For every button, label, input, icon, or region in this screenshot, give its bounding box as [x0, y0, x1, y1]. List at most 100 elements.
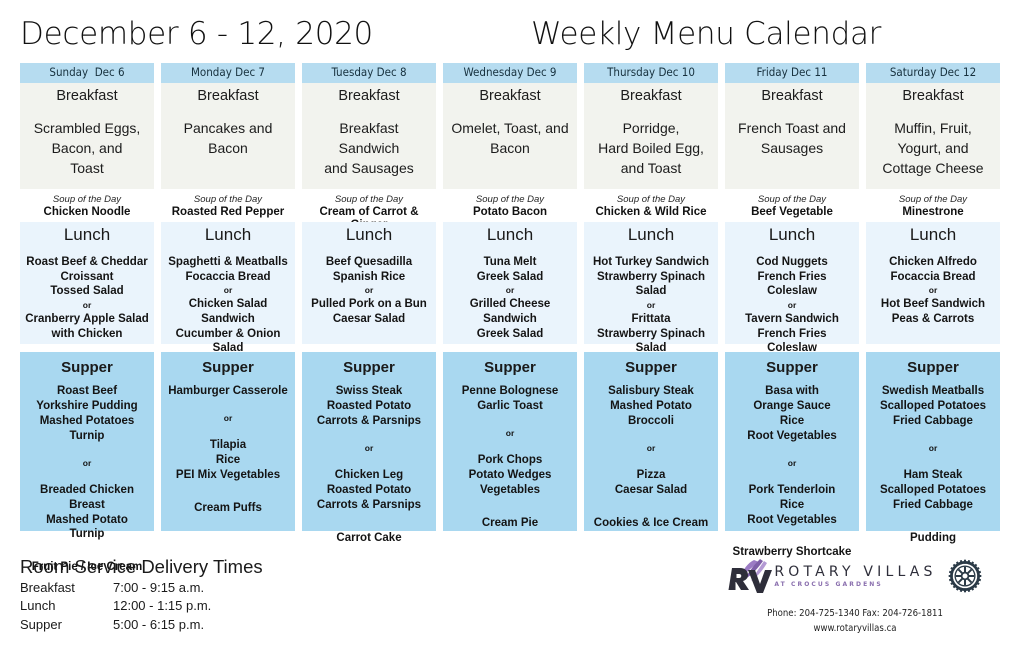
soup-label: Soup of the Day — [475, 193, 545, 205]
brand-tagline: AT CROCUS GARDENS — [774, 580, 883, 588]
day-header: Sunday Dec 6 — [20, 63, 154, 83]
soup-name: Roasted Red Pepper — [171, 205, 285, 218]
supper-or-separator: or — [82, 457, 92, 468]
lunch-options: Roast Beef & Cheddar Croissant Tossed Sala… — [23, 247, 151, 341]
soup-label: Soup of the Day — [334, 193, 404, 205]
lunch-cell: Lunch Chicken Alfredo Focaccia Bread or Hot … — [866, 221, 1000, 344]
breakfast-cell: Breakfast Omelet, Toast, and Bacon — [443, 82, 577, 189]
day-header: Monday Dec 7 — [161, 63, 295, 83]
day-column: Thursday Dec 10 Breakfast Porridge, Hard Bo… — [584, 63, 718, 531]
lunch-label: Lunch — [627, 224, 675, 244]
supper-option-1: Swedish Meatballs Scalloped Potatoes Fried… — [879, 385, 987, 428]
rotary-villas-logo: ROTARY VILLAS AT CROCUS GARDENS — [728, 558, 936, 594]
soup-of-the-day: Soup of the Day Beef Vegetable — [725, 188, 859, 222]
day-header: Wednesday Dec 9 — [443, 63, 577, 83]
supper-cell: Supper Roast Beef Yorkshire Pudding Mashed … — [20, 351, 154, 573]
room-service-meal-label: Supper — [20, 616, 62, 632]
room-service-meal-label: Lunch — [20, 598, 56, 614]
lunch-options: Tuna Melt Greek Salad or Grilled Cheese Sand… — [446, 247, 574, 341]
contact-info: Phone: 204-725-1340 Fax: 204-726-1811 ww… — [710, 607, 1000, 636]
soup-name: Chicken Noodle — [43, 205, 131, 218]
supper-label: Supper — [907, 358, 959, 376]
day-column: Sunday Dec 6 Breakfast Scrambled Eggs, Baco… — [20, 63, 154, 573]
soup-label: Soup of the Day — [757, 193, 827, 205]
breakfast-items: Muffin, Fruit, Yogurt, and Cottage Cheese — [882, 120, 984, 176]
supper-or-separator: or — [646, 442, 656, 453]
breakfast-items: Omelet, Toast, and Bacon — [451, 120, 569, 157]
lunch-label: Lunch — [768, 224, 816, 244]
supper-option-2: Ham Steak Scalloped Potatoes Fried Cabbage — [879, 468, 987, 511]
supper-cell: Supper Swedish Meatballs Scalloped Potatoe… — [866, 351, 1000, 544]
supper-options: Salisbury Steak Mashed Potato Broccoli or Pi… — [587, 384, 715, 530]
menu-calendar-page: December 6 - 12, 2020 Weekly Menu Calend… — [0, 0, 1020, 660]
supper-cell: Supper Penne Bolognese Garlic Toast or Pork … — [443, 351, 577, 531]
lunch-option-1: Tuna Melt Greek Salad — [476, 255, 544, 283]
lunch-label: Lunch — [204, 224, 252, 244]
room-service-times-table: Breakfast 7:00 - 9:15 a.m. Lunch 12:00 -… — [20, 579, 211, 634]
brand-wordmark: ROTARY VILLAS AT CROCUS GARDENS — [774, 565, 936, 588]
supper-label: Supper — [766, 358, 818, 376]
supper-cell: Supper Basa with Orange Sauce Rice Root Vege… — [725, 351, 859, 558]
breakfast-label: Breakfast — [479, 87, 541, 104]
supper-option-1: Basa with Orange Sauce Rice Root Vegetables — [747, 385, 837, 442]
lunch-cell: Lunch Tuna Melt Greek Salad or Grilled Chees… — [443, 221, 577, 344]
lunch-cell: Lunch Beef Quesadilla Spanish Rice or Pulled… — [302, 221, 436, 344]
lunch-label: Lunch — [63, 224, 111, 244]
breakfast-label: Breakfast — [620, 87, 682, 104]
supper-options: Hamburger Casserole or Tilapia Rice PEI Mix … — [164, 384, 292, 515]
breakfast-label: Breakfast — [902, 87, 964, 104]
soup-label: Soup of the Day — [898, 193, 968, 205]
breakfast-cell: Breakfast Muffin, Fruit, Yogurt, and Cottag… — [866, 82, 1000, 189]
supper-cell: Supper Swiss Steak Roasted Potato Carrots &… — [302, 351, 436, 544]
soup-of-the-day: Soup of the Day Chicken Noodle — [20, 188, 154, 222]
breakfast-cell: Breakfast Scrambled Eggs, Bacon, and Toast — [20, 82, 154, 189]
supper-option-1: Penne Bolognese Garlic Toast — [461, 385, 559, 413]
rv-monogram-icon — [728, 559, 773, 593]
lunch-label: Lunch — [909, 224, 957, 244]
day-header: Tuesday Dec 8 — [302, 63, 436, 83]
supper-or-separator: or — [364, 442, 374, 453]
lunch-option-1: Beef Quesadilla Spanish Rice — [325, 255, 413, 283]
lunch-or-separator: or — [505, 285, 515, 296]
supper-option-2: Pizza Caesar Salad — [614, 468, 688, 496]
supper-or-separator: or — [787, 457, 797, 468]
lunch-cell: Lunch Cod Nuggets French Fries Coleslaw or Ta… — [725, 221, 859, 354]
supper-label: Supper — [343, 358, 395, 376]
supper-label: Supper — [484, 358, 536, 376]
supper-or-separator: or — [928, 442, 938, 453]
soup-label: Soup of the Day — [193, 193, 263, 205]
lunch-option-2: Cranberry Apple Salad with Chicken — [25, 312, 149, 340]
soup-of-the-day: Soup of the Day Potato Bacon — [443, 188, 577, 222]
soup-of-the-day: Soup of the DayCream of Carrot & Ginger — [302, 188, 436, 231]
supper-or-separator: or — [223, 413, 233, 424]
lunch-or-separator: or — [364, 285, 374, 296]
supper-option-2: Pork Chops Potato Wedges Vegetables — [468, 453, 552, 496]
supper-label: Supper — [61, 358, 113, 376]
breakfast-cell: Breakfast Porridge, Hard Boiled Egg, and To… — [584, 82, 718, 189]
lunch-option-1: Roast Beef & Cheddar Croissant Tossed Sala… — [26, 255, 148, 298]
phone-fax-line: Phone: 204-725-1340 Fax: 204-726-1811 — [767, 608, 943, 619]
supper-dessert: Cream Pie — [481, 516, 539, 529]
lunch-options: Beef Quesadilla Spanish Rice or Pulled Pork… — [305, 247, 433, 327]
weekly-calendar-grid: Sunday Dec 6 Breakfast Scrambled Eggs, Baco… — [20, 63, 1000, 573]
room-service-time-value: 5:00 - 6:15 p.m. — [113, 616, 205, 632]
page-title: Weekly Menu Calendar — [530, 16, 882, 52]
supper-dessert: Cream Puffs — [194, 501, 262, 514]
day-header: Saturday Dec 12 — [866, 63, 1000, 83]
lunch-option-2: Grilled Cheese Sandwich Greek Salad — [469, 298, 551, 340]
supper-option-1: Swiss Steak Roasted Potato Carrots & Parsn… — [316, 385, 422, 428]
breakfast-label: Breakfast — [761, 87, 823, 104]
breakfast-label: Breakfast — [338, 87, 400, 104]
